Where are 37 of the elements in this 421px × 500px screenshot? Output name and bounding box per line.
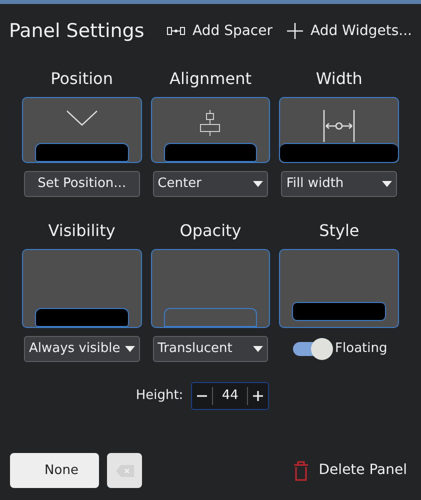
trash-icon bbox=[292, 460, 309, 480]
panel-preview[interactable] bbox=[22, 249, 142, 328]
dropdown-arrow-icon bbox=[253, 181, 264, 187]
add-widgets-button[interactable]: Add Widgets... bbox=[286, 20, 412, 42]
dropdown-arrow-icon bbox=[253, 346, 264, 352]
height-label: Height: bbox=[136, 387, 184, 406]
dropdown[interactable]: Center bbox=[152, 171, 268, 197]
height-spinbox[interactable]: 44 bbox=[191, 382, 270, 410]
fill-width-icon bbox=[322, 110, 356, 142]
section-label: Alignment bbox=[168, 68, 252, 90]
chevron-down-icon bbox=[66, 110, 98, 126]
panel-preview[interactable] bbox=[22, 97, 142, 163]
dropdown[interactable]: Fill width bbox=[281, 171, 397, 197]
height-value[interactable]: 44 bbox=[213, 386, 248, 406]
window-title: Panel Settings bbox=[9, 18, 144, 44]
shortcut-button[interactable]: None bbox=[10, 453, 99, 488]
toggle-switch[interactable] bbox=[291, 338, 334, 360]
dropdown[interactable]: Always visible bbox=[24, 336, 140, 362]
spacer-icon bbox=[166, 26, 185, 36]
section-label: Opacity bbox=[178, 220, 242, 242]
panel-preview[interactable] bbox=[279, 97, 399, 163]
panel-preview[interactable] bbox=[150, 97, 270, 163]
toggle-label: Floating bbox=[335, 340, 388, 358]
section-label: Style bbox=[318, 220, 360, 242]
add-spacer-button[interactable]: Add Spacer bbox=[166, 20, 272, 42]
plus-icon bbox=[286, 23, 302, 39]
dropdown-arrow-icon bbox=[124, 346, 135, 352]
center-align-icon bbox=[199, 110, 222, 136]
delete-panel-button[interactable]: Delete Panel bbox=[292, 460, 411, 481]
set-position-button[interactable]: Set Position... bbox=[24, 171, 140, 197]
dropdown[interactable]: Translucent bbox=[152, 336, 268, 362]
panel-preview[interactable] bbox=[279, 249, 399, 328]
backspace-icon bbox=[116, 464, 134, 476]
section-label: Visibility bbox=[47, 220, 116, 242]
dropdown-arrow-icon bbox=[382, 181, 392, 187]
section-label: Position bbox=[50, 68, 114, 90]
section-label: Width bbox=[314, 68, 364, 90]
